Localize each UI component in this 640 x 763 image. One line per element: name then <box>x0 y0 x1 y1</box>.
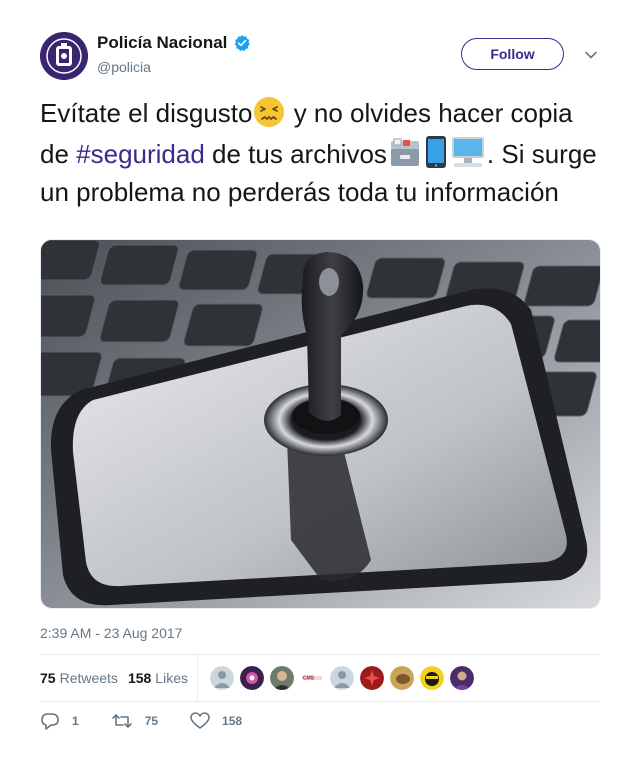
retweet-button[interactable]: 75 <box>111 712 158 730</box>
tweet-timestamp[interactable]: 2:39 AM - 23 Aug 2017 <box>40 625 182 641</box>
likes-label: Likes <box>155 670 188 686</box>
liker-avatar[interactable] <box>210 666 234 690</box>
liker-avatar[interactable] <box>420 666 444 690</box>
confounded-face-icon <box>253 96 285 135</box>
chevron-down-icon[interactable] <box>585 50 597 60</box>
divider <box>40 701 600 702</box>
police-badge-icon <box>40 32 88 80</box>
svg-text:CMS: CMS <box>303 676 315 682</box>
liker-avatar[interactable] <box>240 666 264 690</box>
like-button[interactable]: 158 <box>190 712 242 730</box>
retweets-label: Retweets <box>59 670 118 686</box>
user-name[interactable]: Policía Nacional <box>97 33 227 53</box>
tweet-text-part: Evítate el disgusto <box>40 98 253 128</box>
reply-button[interactable]: 1 <box>40 712 79 730</box>
hashtag-link[interactable]: #seguridad <box>76 139 205 169</box>
liker-avatar[interactable] <box>360 666 384 690</box>
reply-icon <box>41 713 59 730</box>
stats-separator <box>197 655 198 701</box>
avatar[interactable] <box>40 32 88 80</box>
liker-avatar[interactable] <box>330 666 354 690</box>
user-name-row[interactable]: Policía Nacional <box>97 33 251 53</box>
likers-avatars: CMS <box>210 666 474 690</box>
card-file-box-icon <box>388 137 422 176</box>
tweet-text-part: de tus archivos <box>204 139 387 169</box>
heart-icon <box>190 712 210 729</box>
retweets-count: 75 <box>40 670 56 686</box>
liker-avatar[interactable]: CMS <box>300 666 324 690</box>
tweet-text: Evítate el disgusto y no olvides hacer c… <box>40 96 600 208</box>
phone-key-photo <box>41 240 600 608</box>
retweet-icon <box>111 714 132 728</box>
verified-badge-icon <box>235 35 251 52</box>
likes-count: 158 <box>127 670 152 686</box>
tweet-image[interactable] <box>40 239 601 609</box>
desktop-computer-icon <box>450 135 486 176</box>
liker-avatar[interactable] <box>270 666 294 690</box>
reply-count: 1 <box>72 714 79 728</box>
tweet-stats: 75 Retweets 158 Likes <box>40 655 198 701</box>
follow-button[interactable]: Follow <box>461 38 564 70</box>
retweet-count: 75 <box>144 714 159 728</box>
retweets-stat[interactable]: 75 Retweets <box>40 670 118 686</box>
likes-stat[interactable]: 158 Likes <box>128 670 188 686</box>
tweet-actions: 1 75 158 <box>40 712 274 730</box>
liker-avatar[interactable] <box>450 666 474 690</box>
liker-avatar[interactable] <box>390 666 414 690</box>
mobile-phone-icon <box>424 135 448 176</box>
like-count: 158 <box>222 714 243 728</box>
user-handle[interactable]: @policia <box>97 59 151 75</box>
